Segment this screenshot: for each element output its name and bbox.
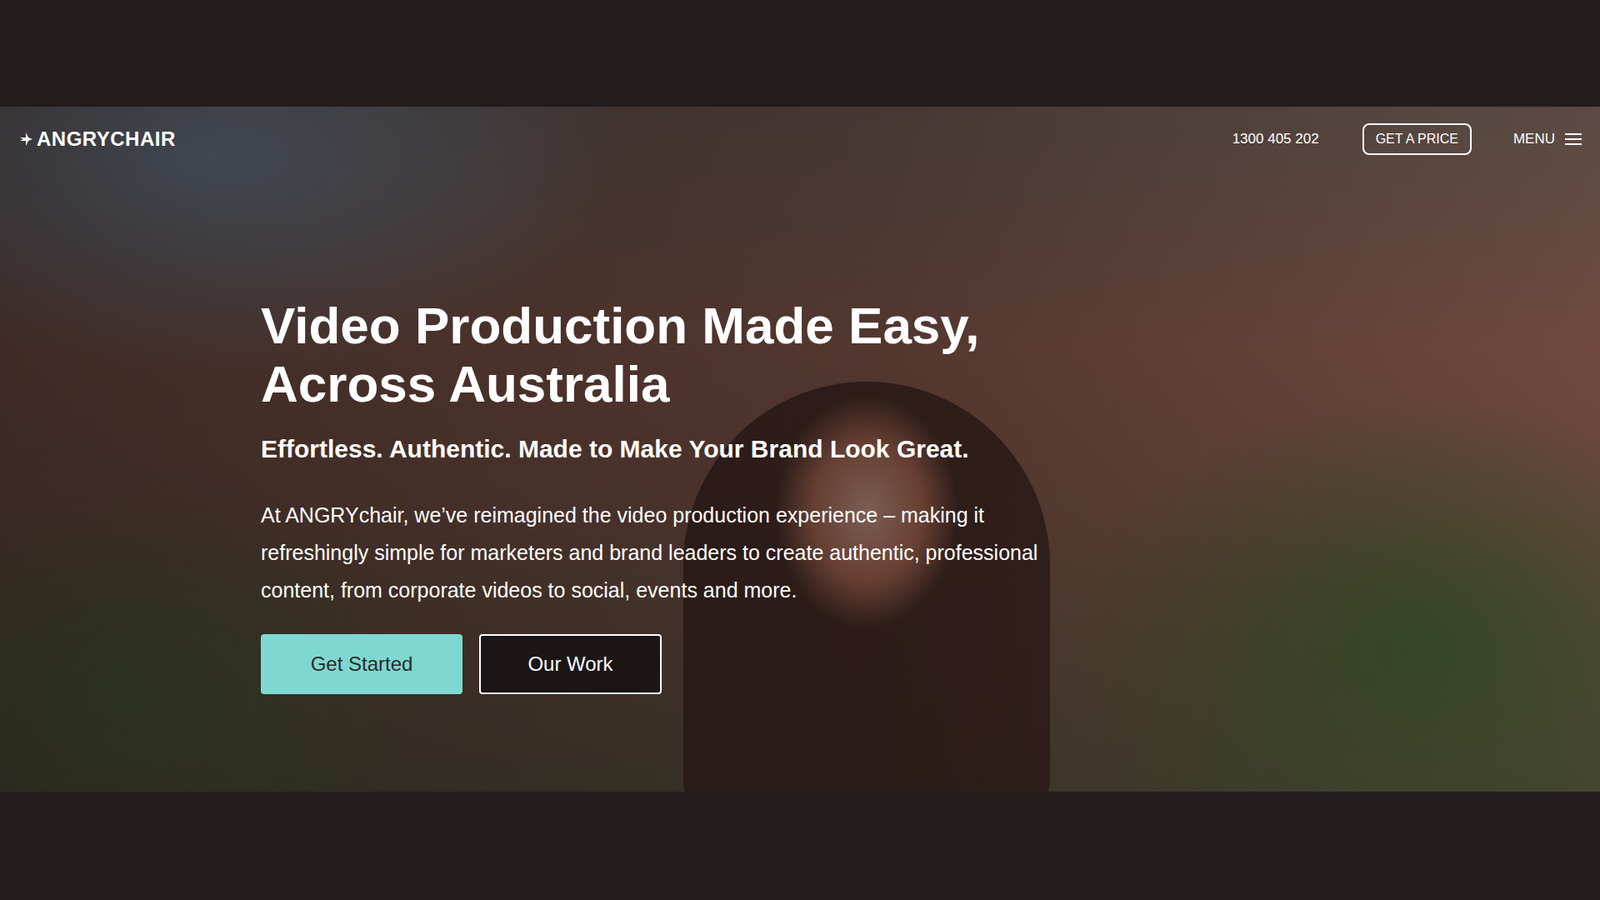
logo[interactable]: ANGRYCHAIR xyxy=(18,127,176,151)
get-price-button[interactable]: GET A PRICE xyxy=(1362,123,1472,155)
hero-heading: Video Production Made Easy,Across Austra… xyxy=(260,296,1600,414)
navbar: ANGRYCHAIR 1300 405 202 GET A PRICE MENU xyxy=(0,106,1600,172)
hero-actions: Get Started Our Work xyxy=(260,634,1600,695)
hero-content: Video Production Made Easy,Across Austra… xyxy=(0,171,1600,711)
hero-subheading: Effortless. Authentic. Made to Make Your… xyxy=(260,435,995,464)
bottom-letterbox xyxy=(0,791,1600,900)
primary-button[interactable]: Get Started xyxy=(260,634,463,695)
menu-button[interactable]: MENU xyxy=(1513,130,1582,148)
secondary-button[interactable]: Our Work xyxy=(479,634,662,695)
page: ANGRYCHAIR 1300 405 202 GET A PRICE MENU Vid… xyxy=(0,0,1600,900)
phone-number[interactable]: 1300 405 202 xyxy=(1232,130,1320,148)
hero-description: At ANGRYchair, we’ve reimagined the vide… xyxy=(260,496,1053,610)
logo-icon xyxy=(18,131,34,147)
hero: ANGRYCHAIR 1300 405 202 GET A PRICE MENU Vid… xyxy=(0,106,1600,792)
top-letterbox xyxy=(0,0,1600,107)
hamburger-icon xyxy=(1565,132,1582,146)
